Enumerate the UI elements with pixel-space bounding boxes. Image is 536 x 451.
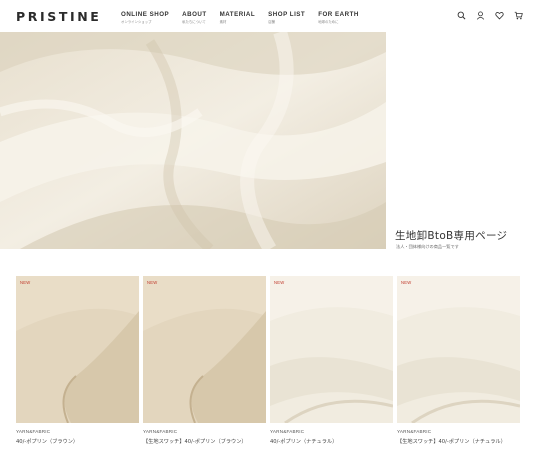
nav-item-for-earth[interactable]: FOR EARTH 地球のために [318,11,359,24]
product-name: 【生地スワッチ】40/-ポプリン（ブラウン） [143,439,247,445]
nav-sublabel: 店舗 [268,20,275,24]
header-icons [457,11,533,20]
product-category: YARN&FABRIC [16,429,51,434]
main-nav: ONLINE SHOP オンラインショップ ABOUT 私たちについて MATE… [121,11,372,24]
product-image: NEW [397,276,520,423]
nav-label: ONLINE SHOP [121,11,170,18]
new-badge: NEW [274,280,285,285]
product-name: 40/-ポプリン（ナチュラル） [270,439,338,445]
account-icon[interactable] [476,11,485,20]
hero-fabric-image [0,32,386,249]
product-card[interactable]: NEW YARN&FABRIC 【生地スワッチ】40/-ポプリン（ナチュラル） [397,276,520,445]
hero-banner[interactable] [0,32,386,249]
product-card[interactable]: NEW YARN&FABRIC 40/-ポプリン（ブラウン） [16,276,139,445]
nav-label: SHOP LIST [268,11,306,18]
product-name: 【生地スワッチ】40/-ポプリン（ナチュラル） [397,439,506,445]
favorite-icon[interactable] [495,11,504,20]
nav-sublabel: 地球のために [318,20,339,24]
hero-title[interactable]: 生地卸BtoB専用ページ [395,228,507,243]
product-image: NEW [270,276,393,423]
nav-sublabel: オンラインショップ [121,20,152,24]
nav-item-online-shop[interactable]: ONLINE SHOP オンラインショップ [121,11,169,24]
product-category: YARN&FABRIC [397,429,432,434]
nav-label: MATERIAL [219,11,256,18]
search-icon[interactable] [457,11,466,20]
nav-item-material[interactable]: MATERIAL 素材 [220,11,256,24]
new-badge: NEW [401,280,412,285]
product-image: NEW [143,276,266,423]
new-badge: NEW [147,280,158,285]
nav-sublabel: 素材 [219,20,227,24]
product-card[interactable]: NEW YARN&FABRIC 40/-ポプリン（ナチュラル） [270,276,393,445]
product-category: YARN&FABRIC [270,429,305,434]
product-category: YARN&FABRIC [143,429,178,434]
product-card[interactable]: NEW YARN&FABRIC 【生地スワッチ】40/-ポプリン（ブラウン） [143,276,266,445]
product-list: NEW YARN&FABRIC 40/-ポプリン（ブラウン） NEW YARN&… [16,276,520,451]
nav-item-shop-list[interactable]: SHOP LIST 店舗 [268,11,305,24]
site-logo[interactable]: PRISTINE [16,9,101,24]
product-name: 40/-ポプリン（ブラウン） [16,439,79,445]
site-header: PRISTINE ONLINE SHOP オンラインショップ ABOUT 私たち… [0,0,536,32]
hero-subtitle: 法人・団体様向けの商品一覧です [396,244,459,249]
cart-icon[interactable] [514,11,523,20]
new-badge: NEW [20,280,31,285]
nav-item-about[interactable]: ABOUT 私たちについて [182,11,207,24]
nav-sublabel: 私たちについて [182,20,206,24]
nav-label: ABOUT [182,11,207,18]
nav-label: FOR EARTH [318,11,359,18]
product-image: NEW [16,276,139,423]
